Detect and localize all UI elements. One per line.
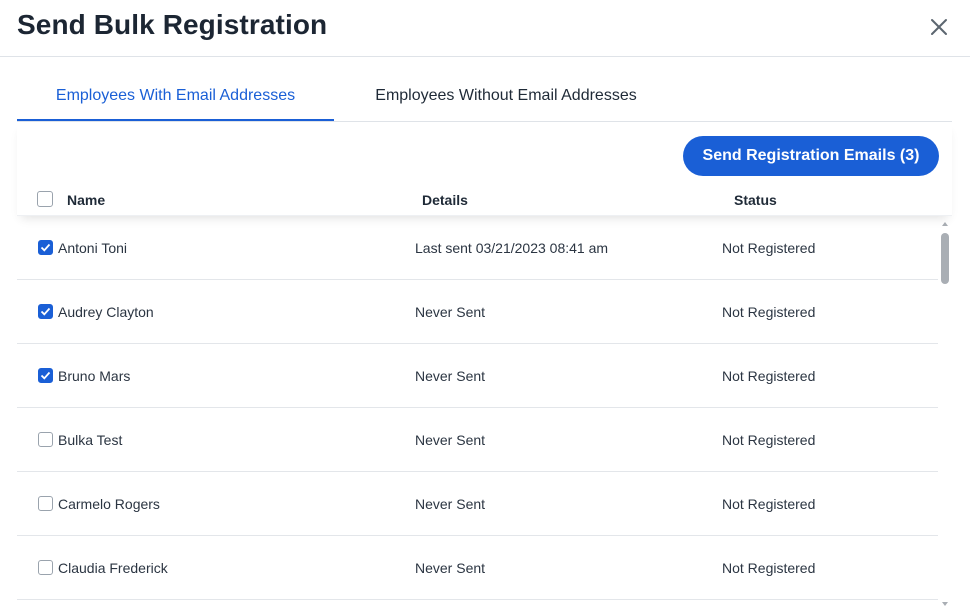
row-checkbox[interactable] — [38, 304, 53, 319]
employee-details: Never Sent — [415, 432, 486, 448]
column-header-name[interactable]: Name — [67, 192, 105, 208]
table-row[interactable]: Audrey Clayton Never Sent Not Registered — [17, 280, 938, 344]
employee-details: Last sent 03/21/2023 08:41 am — [415, 240, 609, 256]
employee-details: Never Sent — [415, 496, 486, 512]
scrollbar-thumb[interactable] — [941, 233, 949, 284]
close-icon[interactable] — [925, 13, 953, 41]
employee-list: Antoni Toni Last sent 03/21/2023 08:41 a… — [17, 216, 938, 608]
select-all-checkbox[interactable] — [37, 191, 53, 207]
dialog-title: Send Bulk Registration — [17, 9, 328, 40]
employee-details: Never Sent — [415, 368, 486, 384]
scroll-up-arrow-icon[interactable] — [942, 222, 948, 226]
employee-status: Not Registered — [722, 368, 816, 384]
row-checkbox[interactable] — [38, 496, 53, 511]
employee-status: Not Registered — [722, 240, 816, 256]
employee-name: Carmelo Rogers — [58, 496, 160, 512]
table-row[interactable]: Antoni Toni Last sent 03/21/2023 08:41 a… — [17, 216, 938, 280]
send-registration-emails-button[interactable]: Send Registration Emails (3) — [683, 136, 939, 176]
row-checkbox[interactable] — [38, 432, 53, 447]
row-checkbox[interactable] — [38, 368, 53, 383]
row-checkbox[interactable] — [38, 560, 53, 575]
column-header-details[interactable]: Details — [422, 192, 468, 208]
employee-details: Never Sent — [415, 304, 486, 320]
employee-name: Antoni Toni — [58, 240, 128, 256]
employee-status: Not Registered — [722, 560, 816, 576]
row-checkbox[interactable] — [38, 240, 53, 255]
scroll-down-arrow-icon[interactable] — [942, 602, 948, 606]
table-toolbar: Send Registration Emails (3) Name Detail… — [17, 122, 952, 216]
employee-details: Never Sent — [415, 560, 486, 576]
tab-bar: Employees With Email Addresses Employees… — [17, 74, 952, 122]
employee-status: Not Registered — [722, 432, 816, 448]
table-row[interactable]: Bruno Mars Never Sent Not Registered — [17, 344, 938, 408]
list-scrollbar[interactable] — [938, 218, 952, 608]
tab-with-email[interactable]: Employees With Email Addresses — [17, 74, 334, 121]
table-row[interactable]: Bulka Test Never Sent Not Registered — [17, 408, 938, 472]
employee-name: Bruno Mars — [58, 368, 131, 384]
employee-name: Bulka Test — [58, 432, 123, 448]
employee-name: Claudia Frederick — [58, 560, 168, 576]
employee-name: Audrey Clayton — [58, 304, 154, 320]
employee-status: Not Registered — [722, 304, 816, 320]
column-header-status[interactable]: Status — [734, 192, 777, 208]
table-row[interactable]: Carmelo Rogers Never Sent Not Registered — [17, 472, 938, 536]
employee-status: Not Registered — [722, 496, 816, 512]
tab-without-email[interactable]: Employees Without Email Addresses — [334, 74, 678, 121]
table-row[interactable]: Claudia Frederick Never Sent Not Registe… — [17, 536, 938, 600]
dialog-header: Send Bulk Registration — [0, 0, 970, 57]
